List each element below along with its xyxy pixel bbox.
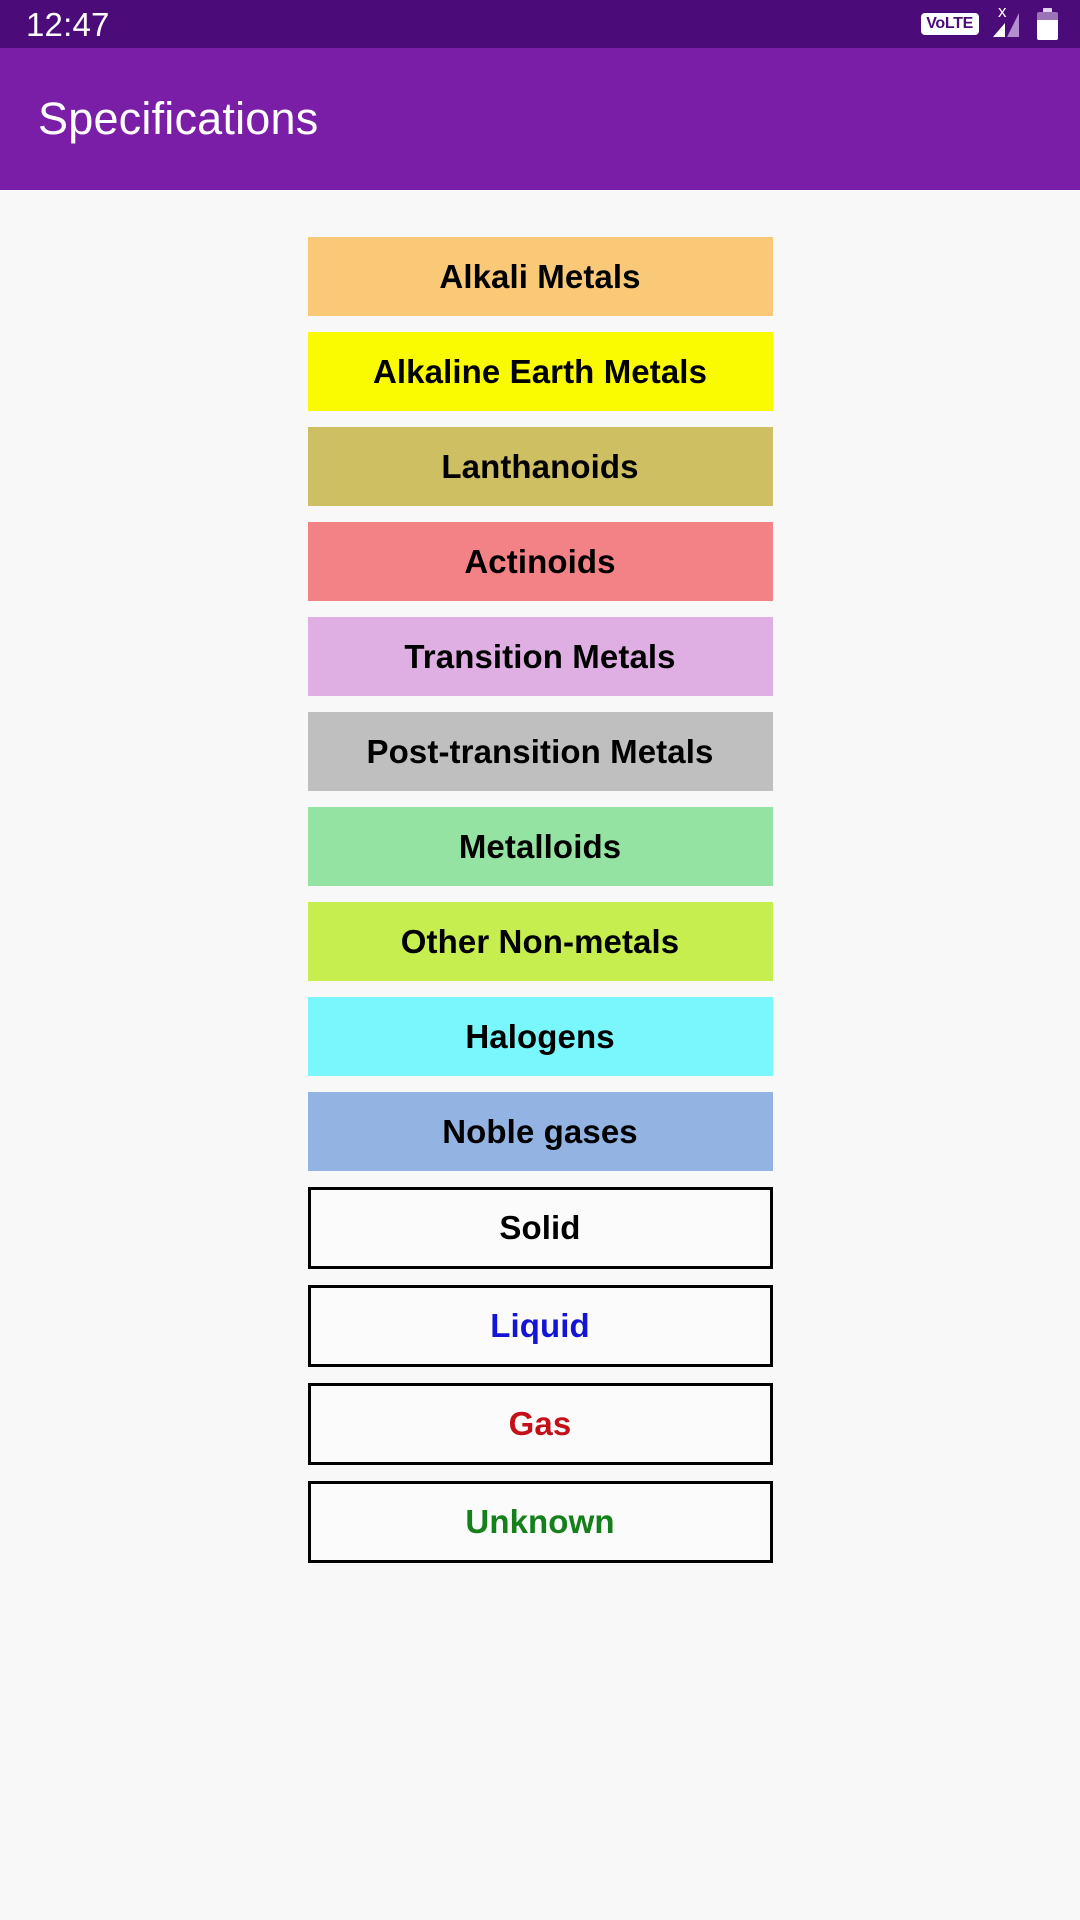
signal-bars-icon (993, 13, 1019, 37)
status-bar: 12:47 VoLTE x (0, 0, 1080, 48)
spec-button-alkali-metals[interactable]: Alkali Metals (307, 237, 773, 316)
page-title: Specifications (38, 93, 319, 144)
spec-button-halogens[interactable]: Halogens (307, 997, 773, 1076)
app-bar: Specifications (0, 48, 1080, 190)
status-bar-clock: 12:47 (26, 5, 110, 43)
spec-button-solid[interactable]: Solid (307, 1187, 773, 1269)
spec-button-gas[interactable]: Gas (307, 1383, 773, 1465)
specification-button-list: Alkali Metals Alkaline Earth Metals Lantha… (0, 190, 1080, 1920)
battery-fill (1037, 20, 1058, 40)
spec-button-unknown[interactable]: Unknown (307, 1481, 773, 1563)
signal-no-service-icon: x (991, 3, 1025, 41)
battery-icon (1037, 8, 1058, 40)
spec-button-actinoids[interactable]: Actinoids (307, 522, 773, 601)
battery-body (1037, 12, 1058, 40)
spec-button-post-transition-metals[interactable]: Post-transition Metals (307, 712, 773, 791)
spec-button-transition-metals[interactable]: Transition Metals (307, 617, 773, 696)
spec-button-metalloids[interactable]: Metalloids (307, 807, 773, 886)
spec-button-other-non-metals[interactable]: Other Non-metals (307, 902, 773, 981)
spec-button-noble-gases[interactable]: Noble gases (307, 1092, 773, 1171)
spec-button-lanthanoids[interactable]: Lanthanoids (307, 427, 773, 506)
spec-button-liquid[interactable]: Liquid (307, 1285, 773, 1367)
spec-button-alkaline-earth-metals[interactable]: Alkaline Earth Metals (307, 332, 773, 411)
status-bar-icons: VoLTE x (921, 3, 1058, 41)
volte-icon: VoLTE (921, 13, 979, 35)
app-screen: 12:47 VoLTE x Specifications Alkali Meta… (0, 0, 1080, 1920)
volte-label: VoLTE (926, 15, 973, 32)
